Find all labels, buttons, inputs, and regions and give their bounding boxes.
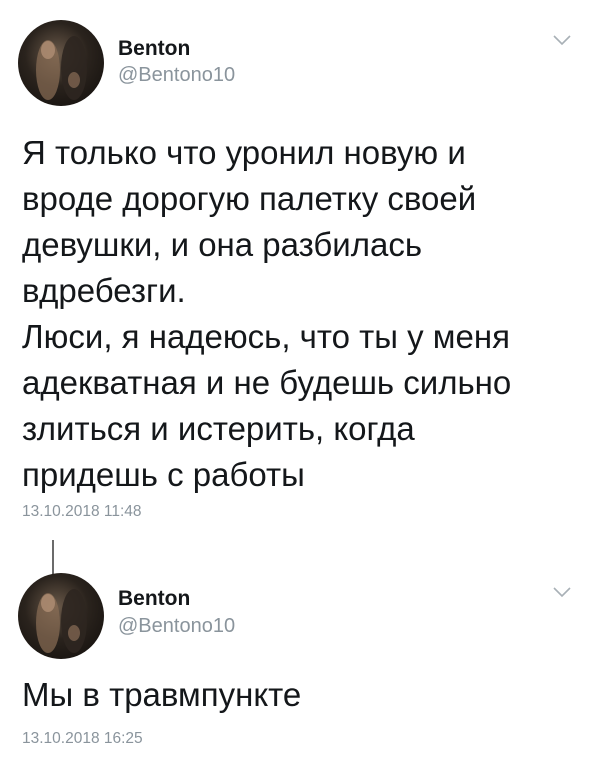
username-handle[interactable]: @Bentono10 — [118, 64, 235, 87]
avatar-photo — [36, 36, 87, 100]
timestamp[interactable]: 13.10.2018 11:48 — [22, 503, 142, 521]
chevron-down-icon[interactable] — [552, 33, 572, 47]
chevron-down-icon[interactable] — [552, 585, 572, 599]
avatar[interactable] — [18, 573, 104, 659]
avatar[interactable] — [18, 20, 104, 106]
tweet-text: Я только что уронил новую и вроде дорогу… — [22, 134, 512, 493]
display-name[interactable]: Benton — [118, 37, 190, 61]
timestamp[interactable]: 13.10.2018 16:25 — [22, 730, 143, 748]
tweet-text: Мы в травмпункте — [22, 676, 302, 713]
thread-connector — [52, 540, 54, 574]
display-name[interactable]: Benton — [118, 587, 190, 611]
avatar-photo — [36, 589, 87, 653]
username-handle[interactable]: @Bentono10 — [118, 615, 235, 638]
